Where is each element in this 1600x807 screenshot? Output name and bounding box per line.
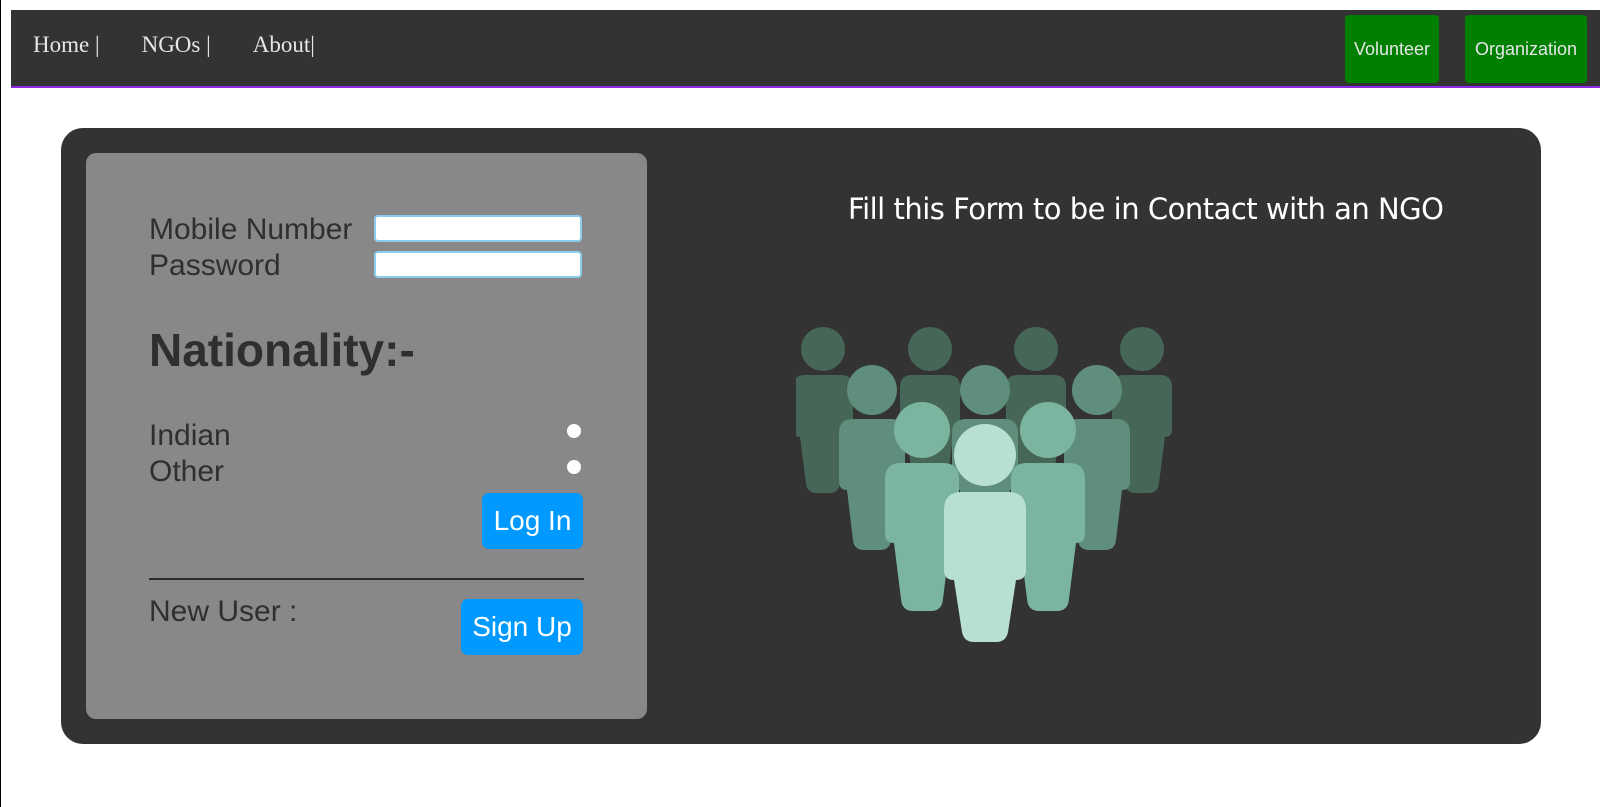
- login-button[interactable]: Log In: [482, 493, 583, 549]
- option-other-label: Other: [149, 455, 225, 488]
- nav-link-ngos[interactable]: NGOs |: [142, 32, 211, 58]
- organization-button[interactable]: Organization: [1465, 15, 1587, 83]
- mobile-number-input[interactable]: [374, 215, 582, 242]
- main-card: Mobile Number Password Nationality:- Ind…: [61, 128, 1541, 744]
- password-label: Password: [149, 249, 281, 282]
- contact-heading: Fill this Form to be in Contact with an …: [848, 192, 1444, 226]
- volunteer-button[interactable]: Volunteer: [1345, 15, 1439, 83]
- top-navbar: Home | NGOs | About| Volunteer Organizat…: [11, 10, 1600, 88]
- password-input[interactable]: [374, 251, 582, 278]
- option-other-radio[interactable]: [567, 460, 581, 474]
- form-divider: [149, 578, 584, 580]
- page-left-border: [0, 0, 1, 807]
- people-group-icon: [796, 327, 1172, 642]
- mobile-number-label: Mobile Number: [149, 213, 353, 246]
- nav-links: Home | NGOs | About|: [33, 32, 315, 58]
- login-form-panel: Mobile Number Password Nationality:- Ind…: [86, 153, 647, 719]
- option-indian-radio[interactable]: [567, 424, 581, 438]
- signup-button[interactable]: Sign Up: [461, 599, 583, 655]
- nationality-heading: Nationality:-: [149, 324, 415, 376]
- new-user-label: New User :: [149, 595, 298, 628]
- option-indian-label: Indian: [149, 419, 231, 452]
- nav-link-about[interactable]: About|: [253, 32, 315, 58]
- nav-link-home[interactable]: Home |: [33, 32, 100, 58]
